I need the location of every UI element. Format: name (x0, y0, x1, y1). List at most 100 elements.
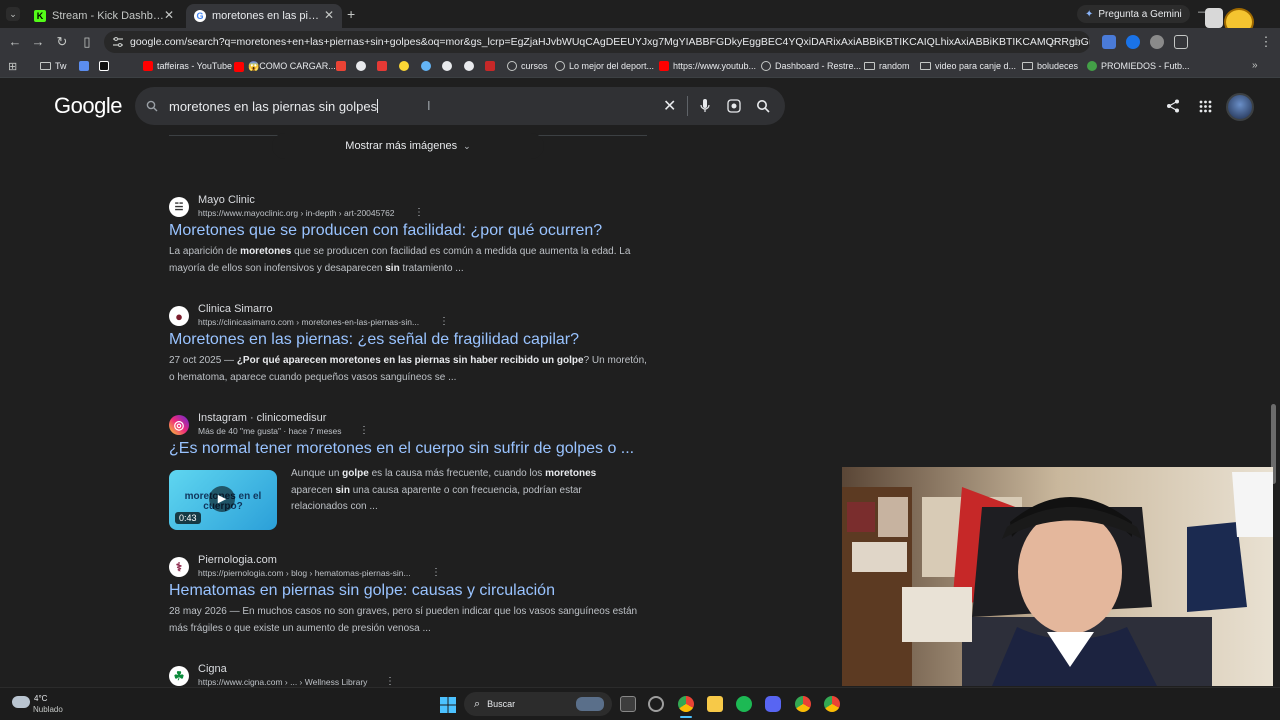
search-box[interactable]: moretones en las piernas sin golpes I ✕ (135, 87, 785, 125)
taskbar-search-box[interactable]: ⌕ Buscar (464, 692, 612, 716)
bookmark-item[interactable] (485, 61, 499, 71)
bookmark-youtube-url[interactable]: https://www.youtub... (659, 61, 756, 71)
result-options-icon[interactable]: ⋮ (385, 676, 395, 687)
tab-search-icon[interactable]: ⌄ (6, 7, 20, 21)
play-icon[interactable]: ▶ (209, 486, 235, 512)
promiedos-icon (1087, 61, 1097, 71)
result-options-icon[interactable]: ⋮ (359, 425, 369, 436)
bookmark-item[interactable] (377, 61, 391, 71)
result-site-name[interactable]: Mayo Clinic (198, 194, 255, 206)
chrome-profile-icon[interactable] (795, 696, 811, 712)
apps-grid-icon[interactable]: ⊞ (8, 60, 17, 73)
result-options-icon[interactable]: ⋮ (439, 316, 449, 327)
windows-taskbar: 4°C Nublado ⌕ Buscar (0, 687, 1280, 720)
site-icon (421, 61, 431, 71)
forward-icon[interactable]: → (30, 34, 46, 49)
chrome-profile-icon[interactable] (824, 696, 840, 712)
bookmark-star-icon[interactable]: ☆ (1068, 34, 1084, 50)
extension-icon[interactable] (1126, 35, 1140, 49)
show-more-images-button[interactable]: Mostrar más imágenes ⌄ (272, 133, 544, 159)
avatar[interactable] (1226, 93, 1254, 121)
bookmark-label: Lo mejor del deport... (569, 61, 655, 71)
result-site-name[interactable]: Instagram · clinicomedisur (198, 412, 326, 424)
result-site-name[interactable]: Piernologia.com (198, 554, 277, 566)
bookmark-label: taffeiras - YouTube (157, 61, 233, 71)
google-logo[interactable]: Google (54, 93, 122, 119)
google-header: Google moretones en las piernas sin golp… (0, 79, 1280, 135)
bookmark-lo-mejor[interactable]: Lo mejor del deport... (555, 61, 654, 71)
google-apps-icon[interactable] (1199, 100, 1212, 113)
site-icon (464, 61, 474, 71)
bookmark-item[interactable] (399, 61, 413, 71)
bookmark-item[interactable] (79, 61, 93, 71)
bookmark-label: random (879, 61, 910, 71)
result-url[interactable]: https://www.cigna.com › ... › Wellness L… (198, 677, 367, 687)
spotify-icon[interactable] (736, 696, 752, 712)
google-lens-icon[interactable] (727, 99, 741, 113)
result-site-name[interactable]: Clinica Simarro (198, 303, 273, 315)
windows-start-icon[interactable] (440, 697, 456, 713)
task-view-icon[interactable] (620, 696, 636, 712)
site-icon (377, 61, 387, 71)
bookmark-item[interactable] (356, 61, 370, 71)
result-title-link[interactable]: Moretones que se producen con facilidad:… (169, 222, 602, 240)
bookmark-como-cargar[interactable]: 😱COMO CARGAR... (234, 61, 336, 72)
bookmark-promiedos[interactable]: PROMIEDOS - Futb... (1087, 61, 1190, 71)
result-title-link[interactable]: Moretones en las piernas: ¿es señal de f… (169, 331, 579, 349)
video-thumbnail[interactable]: moretones en el cuerpo? ▶ 0:43 (169, 470, 277, 530)
extensions-puzzle-icon[interactable] (1174, 35, 1188, 49)
new-tab-button[interactable]: + (347, 6, 355, 22)
address-bar[interactable]: google.com/search?q=moretones+en+las+pie… (104, 31, 1090, 53)
result-url[interactable]: https://piernologia.com › blog › hematom… (198, 568, 411, 578)
bookmark-label: boludeces (1037, 61, 1079, 71)
extension-icon[interactable] (1150, 35, 1164, 49)
bookmark-folder-random[interactable]: random (864, 61, 910, 71)
bookmark-item[interactable] (464, 61, 478, 71)
back-icon[interactable]: ← (7, 34, 23, 49)
result-url[interactable]: https://clinicasimarro.com › moretones-e… (198, 317, 419, 327)
discord-icon[interactable] (765, 696, 781, 712)
bookmark-taffeiras[interactable]: taffeiras - YouTube (143, 61, 232, 71)
result-options-icon[interactable]: ⋮ (431, 567, 441, 578)
microphone-icon[interactable] (700, 99, 710, 113)
weather-temperature[interactable]: 4°C (34, 694, 47, 703)
zoom-icon[interactable]: ⌕ (1046, 34, 1062, 50)
bookmark-cursos[interactable]: cursos (507, 61, 548, 71)
bookmark-item[interactable] (336, 61, 350, 71)
weather-description[interactable]: Nublado (33, 705, 63, 714)
result-url[interactable]: https://www.mayoclinic.org › in-depth › … (198, 208, 395, 218)
result-options-icon[interactable]: ⋮ (414, 207, 424, 218)
kick-favicon-icon: K (34, 10, 46, 22)
result-title-link[interactable]: ¿Es normal tener moretones en el cuerpo … (169, 440, 634, 458)
gemini-button[interactable]: ✦ Pregunta a Gemini (1077, 5, 1190, 23)
reload-icon[interactable]: ↻ (54, 34, 70, 50)
bookmark-folder-video[interactable]: video para canje d... (920, 61, 1016, 71)
tab-google-search[interactable]: G moretones en las piernas sin golpes - … (186, 4, 342, 28)
app-icon[interactable] (648, 696, 664, 712)
close-tab-icon[interactable]: ✕ (164, 8, 174, 22)
share-icon[interactable] (1166, 99, 1180, 113)
instagram-favicon-icon: ◎ (169, 415, 189, 435)
bookmark-item[interactable] (442, 61, 456, 71)
search-submit-icon[interactable] (756, 99, 770, 113)
result-site-name[interactable]: Cigna (198, 663, 227, 675)
chrome-taskbar-icon[interactable] (678, 696, 694, 712)
more-bookmarks-icon[interactable]: » (1252, 60, 1258, 71)
bookmark-item[interactable] (99, 61, 113, 71)
file-explorer-icon[interactable] (707, 696, 723, 712)
clear-search-icon[interactable]: ✕ (663, 96, 676, 116)
site-info-icon[interactable] (112, 36, 124, 48)
bookmark-dashboard-restream[interactable]: Dashboard - Restre... (761, 61, 861, 71)
chrome-menu-icon[interactable]: ⋮ (1258, 34, 1274, 50)
snippet-highlight: sin (385, 262, 400, 274)
close-tab-icon[interactable]: ✕ (324, 8, 334, 22)
bookmark-folder-tw[interactable]: Tw (40, 61, 67, 71)
chevron-down-icon: ⌄ (463, 140, 471, 151)
extension-translate-icon[interactable] (1102, 35, 1116, 49)
tab-kick-dashboard[interactable]: K Stream - Kick Dashboard ✕ (26, 4, 182, 28)
result-title-link[interactable]: Hematomas en piernas sin golpe: causas y… (169, 582, 555, 600)
bookmark-folder-boludeces[interactable]: boludeces (1022, 61, 1078, 71)
bookmark-item[interactable] (421, 61, 435, 71)
side-panel-icon[interactable]: ▯ (79, 34, 95, 50)
search-input[interactable]: moretones en las piernas sin golpes (169, 99, 379, 114)
